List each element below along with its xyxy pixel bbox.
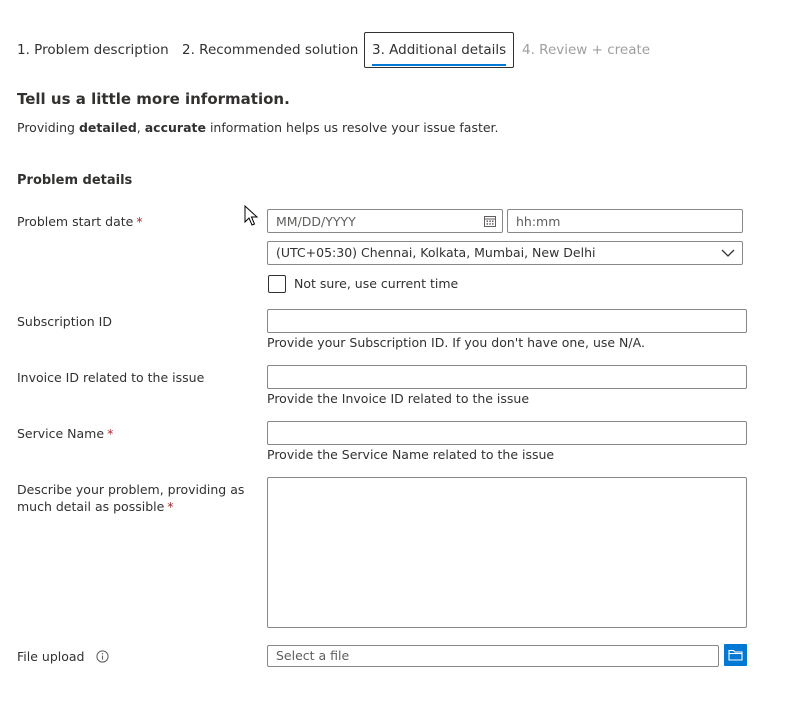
service-name-label-text: Service Name (17, 426, 105, 441)
section-title-problem-details: Problem details (17, 173, 133, 188)
intro-prefix: Providing (17, 120, 79, 135)
tab-additional-details[interactable]: 3. Additional details (364, 32, 515, 68)
problem-start-date-label-text: Problem start date (17, 214, 134, 229)
not-sure-checkbox[interactable] (268, 275, 286, 293)
required-asterisk: * (136, 214, 143, 229)
file-upload-label-text: File upload (17, 649, 85, 664)
date-picker[interactable] (267, 209, 503, 233)
wizard-tabs: 1. Problem description 2. Recommended so… (0, 32, 788, 68)
tab-problem-description[interactable]: 1. Problem description (17, 32, 169, 68)
file-upload-label: File upload (17, 648, 110, 665)
intro-text: Providing detailed, accurate information… (17, 120, 499, 135)
description-label: Describe your problem, providing as much… (17, 481, 247, 515)
chevron-down-icon (721, 249, 735, 257)
intro-suffix: information helps us resolve your issue … (205, 120, 499, 135)
required-asterisk: * (107, 426, 114, 441)
subscription-id-input[interactable] (267, 309, 747, 333)
description-label-line1: Describe your problem, providing as (17, 482, 245, 497)
description-label-line2-text: much detail as possible (17, 499, 165, 514)
intro-accurate: accurate (144, 120, 206, 135)
date-input[interactable] (268, 210, 468, 232)
folder-icon (728, 649, 743, 661)
calendar-icon[interactable] (483, 214, 497, 228)
subscription-id-hint: Provide your Subscription ID. If you don… (267, 335, 645, 350)
invoice-id-input[interactable] (267, 365, 747, 389)
subscription-id-label: Subscription ID (17, 314, 112, 329)
service-name-hint: Provide the Service Name related to the … (267, 447, 555, 462)
browse-file-button[interactable] (724, 644, 747, 666)
intro-detailed: detailed (78, 120, 137, 135)
mouse-cursor-icon (244, 205, 258, 226)
tab-additional-details-label: 3. Additional details (372, 42, 507, 58)
tab-review-create[interactable]: 4. Review + create (522, 32, 650, 68)
file-upload-input[interactable]: Select a file (267, 645, 719, 667)
timezone-selected-value: (UTC+05:30) Chennai, Kolkata, Mumbai, Ne… (276, 245, 596, 260)
tab-recommended-solution[interactable]: 2. Recommended solution (182, 32, 358, 68)
not-sure-label[interactable]: Not sure, use current time (294, 276, 458, 291)
required-asterisk: * (167, 499, 174, 514)
active-tab-indicator (372, 64, 507, 66)
problem-start-date-label: Problem start date * (17, 213, 143, 230)
service-name-input[interactable] (267, 421, 747, 445)
description-label-line2: much detail as possible * (17, 498, 247, 515)
page-heading: Tell us a little more information. (17, 90, 290, 108)
timezone-select[interactable]: (UTC+05:30) Chennai, Kolkata, Mumbai, Ne… (267, 241, 743, 265)
time-input[interactable] (507, 209, 743, 233)
description-textarea[interactable] (267, 477, 747, 628)
intro-separator: , (136, 120, 145, 135)
invoice-id-hint: Provide the Invoice ID related to the is… (267, 391, 530, 406)
info-icon[interactable] (96, 650, 110, 663)
service-name-label: Service Name * (17, 425, 113, 442)
invoice-id-label: Invoice ID related to the issue (17, 370, 205, 385)
